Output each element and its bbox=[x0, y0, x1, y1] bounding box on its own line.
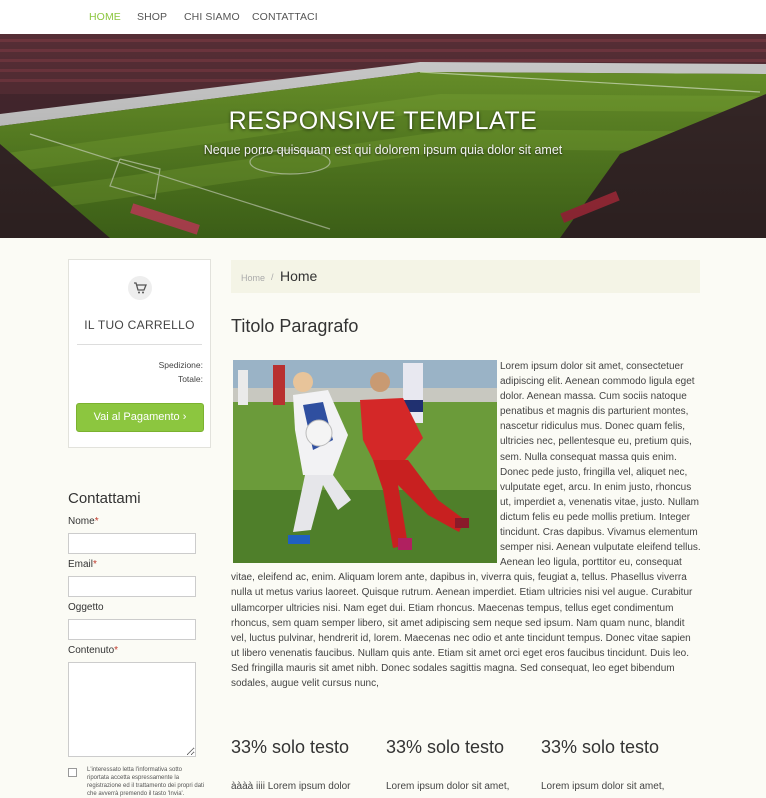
privacy-text: L'interessato letta l'informativa sotto … bbox=[87, 767, 205, 797]
shipping-label: Spedizione: bbox=[158, 360, 203, 370]
content-label: Contenuto* bbox=[68, 645, 119, 656]
nav-item-chi-siamo[interactable]: CHI SIAMO bbox=[184, 11, 240, 23]
hero-banner: RESPONSIVE TEMPLATE Neque porro quisquam… bbox=[0, 34, 766, 238]
column-3-heading: 33% solo testo bbox=[541, 737, 660, 757]
content-textarea[interactable] bbox=[68, 662, 196, 757]
cart-icon[interactable] bbox=[128, 276, 152, 300]
email-field[interactable] bbox=[68, 576, 196, 597]
total-label: Totale: bbox=[177, 374, 203, 384]
contact-heading: Contattami bbox=[68, 490, 141, 507]
paragraph-title: Titolo Paragrafo bbox=[231, 316, 359, 336]
name-field[interactable] bbox=[68, 533, 196, 554]
nav-item-home[interactable]: HOME bbox=[89, 11, 121, 23]
subject-field[interactable] bbox=[68, 619, 196, 640]
breadcrumb-current: Home bbox=[280, 268, 318, 284]
divider bbox=[77, 344, 202, 345]
column-1-text: àààà iiii Lorem ipsum dolor bbox=[231, 781, 351, 792]
subject-label: Oggetto bbox=[68, 602, 104, 613]
cart-widget: IL TUO CARRELLO Spedizione: Totale: Vai … bbox=[68, 259, 211, 448]
image-float-spacer bbox=[231, 359, 500, 561]
stadium-image bbox=[0, 34, 766, 238]
paragraph-body: Lorem ipsum dolor sit amet, consectetuer… bbox=[231, 359, 701, 691]
privacy-checkbox[interactable] bbox=[68, 768, 77, 777]
checkout-button[interactable]: Vai al Pagamento › bbox=[76, 403, 204, 432]
email-label: Email* bbox=[68, 559, 97, 570]
nav-item-contattaci[interactable]: CONTATTACI bbox=[252, 11, 318, 23]
column-2-heading: 33% solo testo bbox=[386, 737, 505, 757]
name-label: Nome* bbox=[68, 516, 99, 527]
breadcrumb: Home / Home bbox=[231, 260, 700, 293]
column-3-text: Lorem ipsum dolor sit amet, bbox=[541, 781, 665, 792]
breadcrumb-home-link[interactable]: Home bbox=[241, 273, 265, 283]
hero-subtitle: Neque porro quisquam est qui dolorem ips… bbox=[203, 143, 563, 157]
hero-title: RESPONSIVE TEMPLATE bbox=[228, 107, 538, 135]
top-navbar: HOME SHOP CHI SIAMO CONTATTACI bbox=[0, 0, 766, 34]
cart-title: IL TUO CARRELLO bbox=[84, 318, 195, 332]
column-1-heading: 33% solo testo bbox=[231, 737, 350, 757]
column-2-text: Lorem ipsum dolor sit amet, bbox=[386, 781, 510, 792]
breadcrumb-separator: / bbox=[271, 272, 274, 282]
nav-item-shop[interactable]: SHOP bbox=[137, 11, 167, 23]
